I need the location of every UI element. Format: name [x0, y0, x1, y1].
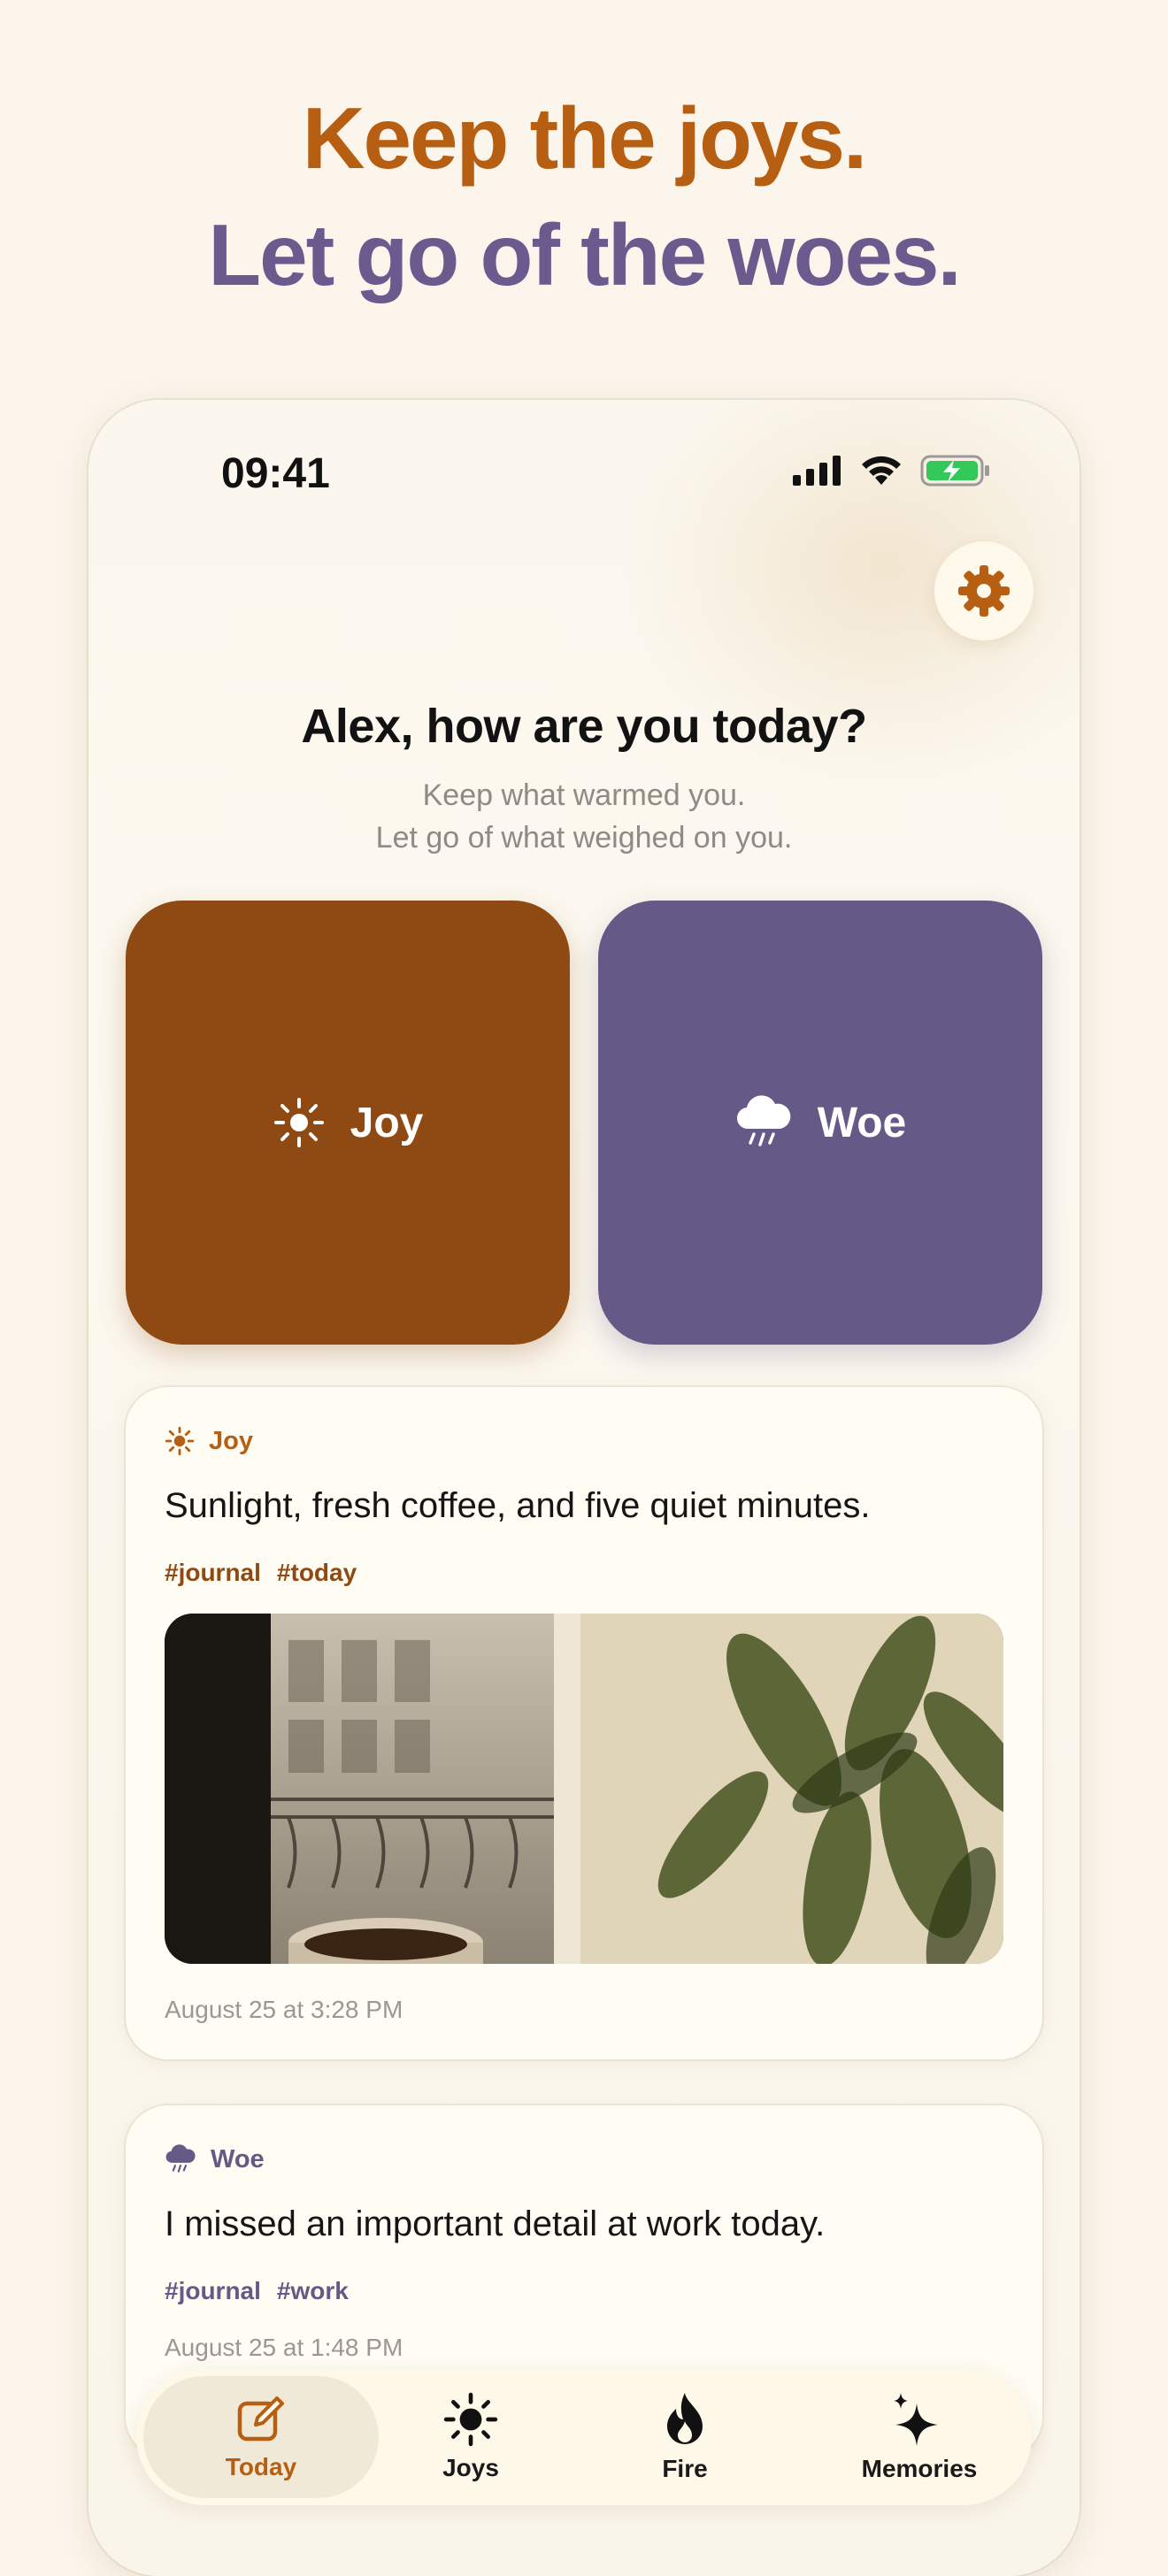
entry-type: Joy: [165, 1426, 253, 1456]
wifi-icon: [862, 456, 901, 485]
tab-joys[interactable]: Joys: [382, 2369, 559, 2505]
joy-button-label: Joy: [350, 1099, 424, 1146]
headline-woes: Let go of the woes.: [208, 206, 961, 303]
greeting-title: Alex, how are you today?: [301, 700, 867, 753]
gear-icon: [958, 565, 1010, 617]
entry-text: Sunlight, fresh coffee, and five quiet m…: [165, 1486, 871, 1525]
log-joy-button[interactable]: Joy: [126, 901, 570, 1345]
entry-date: August 25 at 1:48 PM: [165, 2334, 403, 2361]
sun-icon: [165, 1426, 195, 1456]
entry-text: I missed an important detail at work tod…: [165, 2204, 826, 2243]
status-icons: [793, 455, 991, 487]
tab-bar: Today Joys Fire Memories: [136, 2369, 1032, 2505]
compose-icon: [237, 2396, 284, 2442]
tab-today-label: Today: [225, 2453, 297, 2480]
tab-memories-label: Memories: [861, 2455, 978, 2482]
entry-card[interactable]: Joy Sunlight, fresh coffee, and five qui…: [126, 1387, 1042, 2059]
entry-date: August 25 at 3:28 PM: [165, 1996, 403, 2023]
woe-button-label: Woe: [817, 1099, 907, 1146]
tab-memories[interactable]: Memories: [809, 2369, 1030, 2505]
entry-photo[interactable]: [165, 1614, 1003, 1964]
entry-tags: #journal #work: [165, 2277, 349, 2305]
tag[interactable]: #today: [277, 1559, 357, 1587]
tag[interactable]: #journal: [165, 2277, 261, 2305]
status-time: 09:41: [221, 450, 330, 497]
cellular-icon: [793, 456, 841, 486]
cloud-rain-icon: [165, 2144, 196, 2173]
coffee-plant-photo: [165, 1614, 1003, 1964]
battery-charging-icon: [920, 455, 989, 487]
sun-icon: [273, 1098, 324, 1147]
entry-type: Woe: [165, 2144, 265, 2174]
entry-tags: #journal #today: [165, 1559, 357, 1587]
headline-joys: Keep the joys.: [302, 89, 867, 187]
flame-icon: [667, 2393, 703, 2444]
settings-button[interactable]: [934, 541, 1034, 640]
tab-joys-label: Joys: [442, 2454, 499, 2481]
greeting-subtitle-2: Let go of what weighed on you.: [375, 821, 793, 855]
cloud-rain-icon: [736, 1095, 791, 1146]
phone-screen: 09:41 Alex, how are you today? Keep what…: [88, 400, 1080, 2576]
sparkles-icon: [894, 2393, 938, 2446]
sun-icon: [443, 2392, 498, 2447]
entry-type-label: Joy: [209, 1426, 253, 1455]
tab-today[interactable]: Today: [143, 2376, 379, 2498]
tab-fire-label: Fire: [662, 2455, 708, 2482]
greeting-subtitle-1: Keep what warmed you.: [422, 778, 746, 812]
tag[interactable]: #work: [277, 2277, 349, 2305]
log-woe-button[interactable]: Woe: [598, 901, 1042, 1345]
entry-type-label: Woe: [211, 2144, 265, 2174]
tab-fire[interactable]: Fire: [596, 2369, 773, 2505]
tag[interactable]: #journal: [165, 1559, 261, 1587]
